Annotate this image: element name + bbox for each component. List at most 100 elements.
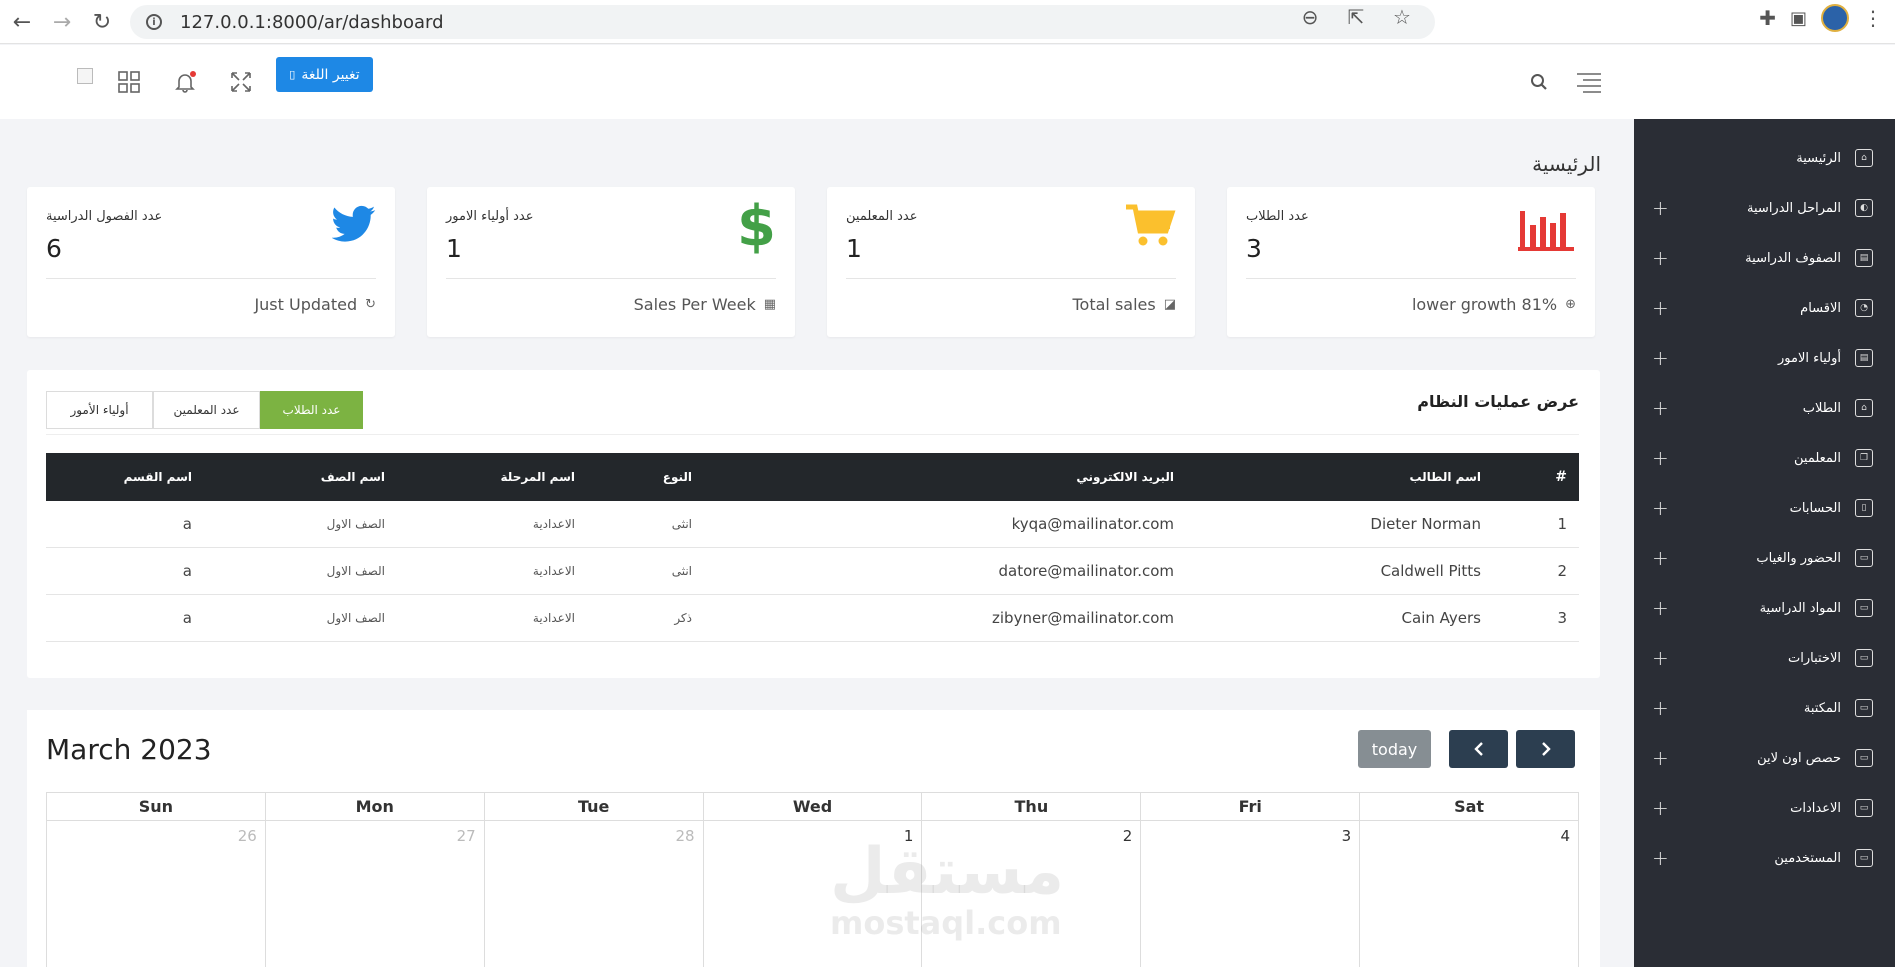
sidebar-item[interactable]: + الطلاب ⌂ — [1634, 383, 1895, 433]
expand-plus-icon[interactable]: + — [1652, 346, 1669, 370]
share-icon[interactable]: ⇱ — [1343, 5, 1369, 29]
stat-footer-text: Sales Per Week — [633, 295, 756, 314]
address-bar[interactable]: i 127.0.0.1:8000/ar/dashboard — [130, 5, 1435, 39]
expand-plus-icon[interactable]: + — [1652, 696, 1669, 720]
cell-stage: الاعدادية — [532, 611, 575, 625]
expand-plus-icon[interactable]: + — [1652, 846, 1669, 870]
table-header: # اسم الطالب البريد الالكتروني النوع اسم… — [46, 453, 1579, 501]
stat-value: 6 — [46, 234, 62, 263]
sidebar-item-label: حصص اون لاين — [1757, 750, 1841, 766]
stat-label: عدد الفصول الدراسية — [46, 209, 163, 224]
sidebar-item-label: المواد الدراسية — [1759, 600, 1841, 616]
apps-grid-icon[interactable] — [116, 69, 142, 95]
expand-plus-icon[interactable]: + — [1652, 496, 1669, 520]
next-month-button[interactable] — [1516, 730, 1575, 768]
side-panel-icon[interactable]: ▣ — [1790, 8, 1807, 29]
fullscreen-icon[interactable] — [228, 69, 254, 95]
tab-teachers[interactable]: عدد المعلمين — [153, 391, 260, 429]
weekday-header: Tue — [485, 793, 704, 820]
sidebar-item[interactable]: + الحضور والغياب ▭ — [1634, 533, 1895, 583]
browser-toolbar: ← → ↻ i 127.0.0.1:8000/ar/dashboard ⊖ ⇱ … — [0, 0, 1895, 44]
expand-plus-icon[interactable]: + — [1652, 446, 1669, 470]
tab-students[interactable]: عدد الطلاب — [260, 391, 363, 429]
prev-month-button[interactable] — [1449, 730, 1508, 768]
sidebar-item[interactable]: + أولياء الامور ▤ — [1634, 333, 1895, 383]
today-button[interactable]: today — [1358, 730, 1431, 768]
sidebar-item[interactable]: + الاقسام ◔ — [1634, 283, 1895, 333]
sidebar-item[interactable]: + المراحل الدراسية ◐ — [1634, 183, 1895, 233]
sidebar-item-label: المكتبة — [1803, 700, 1841, 716]
sidebar-toggle-icon[interactable] — [1574, 69, 1604, 95]
expand-plus-icon[interactable]: + — [1652, 746, 1669, 770]
calendar-day-cell[interactable]: 27 — [266, 821, 485, 967]
sidebar-item-label: الحسابات — [1789, 500, 1841, 516]
sidebar: الرئيسية ⌂ + المراحل الدراسية ◐ + الصفوف الدرا… — [1634, 119, 1895, 967]
cell-stage: الاعدادية — [532, 564, 575, 578]
forward-icon[interactable]: → — [42, 2, 82, 42]
expand-plus-icon[interactable]: + — [1652, 296, 1669, 320]
cell-gender: ذكر — [674, 611, 692, 625]
expand-plus-icon[interactable]: + — [1652, 196, 1669, 220]
back-icon[interactable]: ← — [2, 2, 42, 42]
zoom-icon[interactable]: ⊖ — [1297, 5, 1323, 29]
weekday-header: Fri — [1141, 793, 1361, 820]
sidebar-item-label: الاقسام — [1800, 300, 1841, 316]
copy-icon: ❐ — [1855, 449, 1873, 467]
menu-dots-icon[interactable]: ⋮ — [1863, 6, 1883, 30]
sidebar-item[interactable]: + المكتبة ▭ — [1634, 683, 1895, 733]
divider — [46, 434, 1579, 435]
sidebar-item[interactable]: + الاختبارات ▭ — [1634, 633, 1895, 683]
tab-parents[interactable]: أولياء الأمور — [46, 391, 153, 429]
sidebar-item[interactable]: + الاعدادات ▭ — [1634, 783, 1895, 833]
expand-plus-icon[interactable]: + — [1652, 796, 1669, 820]
calendar-day-cell[interactable]: 3 — [1141, 821, 1361, 967]
bookmark-star-icon[interactable]: ☆ — [1389, 5, 1415, 29]
cell-grade: الصف الاول — [326, 611, 385, 625]
col-email: البريد الالكتروني — [1076, 470, 1174, 484]
refresh-icon: ↻ — [365, 297, 376, 312]
notification-bell-icon[interactable] — [172, 69, 198, 95]
calendar-day-cell[interactable]: 28 — [485, 821, 704, 967]
weekday-header: Thu — [922, 793, 1142, 820]
cell-number: 2 — [1557, 562, 1567, 580]
stat-label: عدد أولياء الامور — [446, 209, 534, 224]
sidebar-item[interactable]: + حصص اون لاين ▭ — [1634, 733, 1895, 783]
stat-footer-text: lower growth 81% — [1411, 295, 1558, 314]
sidebar-item[interactable]: + المعلمين ❐ — [1634, 433, 1895, 483]
sidebar-item-label: الاعدادات — [1790, 800, 1841, 816]
sidebar-item[interactable]: الرئيسية ⌂ — [1634, 133, 1895, 183]
sidebar-item-label: الحضور والغياب — [1756, 550, 1841, 566]
expand-plus-icon[interactable]: + — [1652, 646, 1669, 670]
calendar-day-cell[interactable]: 26 — [47, 821, 266, 967]
cell-gender: انثى — [671, 517, 692, 531]
calendar-week: 26 27 28 1 2 3 4 — [47, 821, 1578, 967]
app-header: ▯ تغيير اللغة — [0, 45, 1895, 119]
search-icon[interactable] — [1526, 69, 1552, 95]
col-student-name: اسم الطالب — [1409, 470, 1481, 484]
profile-avatar[interactable] — [1821, 4, 1849, 32]
stat-footer: lower growth 81% ⊕ — [1412, 295, 1576, 314]
students-count-card: عدد الطلاب 3 lower growth 81% ⊕ — [1227, 187, 1595, 337]
watermark-logo: مستقل mostaql.com — [830, 840, 1064, 942]
sidebar-item[interactable]: + المواد الدراسية ▭ — [1634, 583, 1895, 633]
sidebar-item[interactable]: + المستخدمين ▭ — [1634, 833, 1895, 883]
site-info-icon[interactable]: i — [146, 14, 162, 30]
sidebar-item[interactable]: + الصفوف الدراسية ▤ — [1634, 233, 1895, 283]
expand-plus-icon[interactable]: + — [1652, 396, 1669, 420]
change-language-button[interactable]: ▯ تغيير اللغة — [276, 57, 373, 92]
calendar-day-cell[interactable]: 4 — [1360, 821, 1578, 967]
user-avatar-image[interactable] — [77, 68, 93, 84]
sidebar-item[interactable]: + الحسابات ▯ — [1634, 483, 1895, 533]
col-gender: النوع — [662, 470, 692, 484]
divider — [846, 278, 1176, 279]
expand-plus-icon[interactable]: + — [1652, 546, 1669, 570]
table-row: 2 Caldwell Pitts datore@mailinator.com انثى… — [46, 548, 1579, 595]
col-section: اسم القسم — [123, 470, 192, 484]
reload-icon[interactable]: ↻ — [82, 2, 122, 42]
extensions-icon[interactable]: ✚ — [1759, 6, 1776, 30]
id-card-icon: ▭ — [1855, 849, 1873, 867]
expand-plus-icon[interactable]: + — [1652, 596, 1669, 620]
stat-label: عدد الطلاب — [1246, 209, 1309, 224]
expand-plus-icon[interactable]: + — [1652, 246, 1669, 270]
calendar-weekdays: Sun Mon Tue Wed Thu Fri Sat — [47, 793, 1578, 821]
